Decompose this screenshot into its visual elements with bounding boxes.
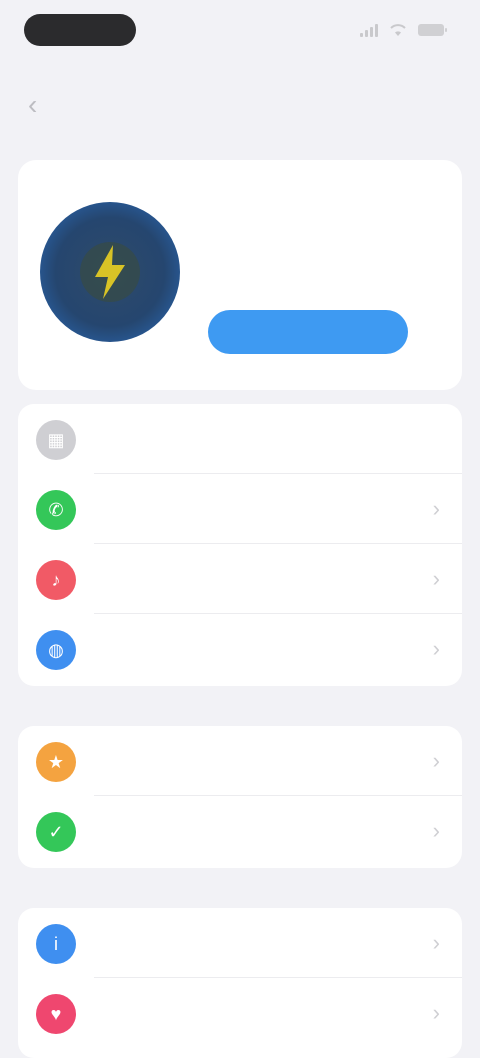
globe-icon: ◍ xyxy=(36,630,76,670)
status-indicators xyxy=(360,18,447,42)
check-icon: ✓ xyxy=(36,812,76,852)
bell-icon: ♪ xyxy=(36,560,76,600)
heart-icon: ♥ xyxy=(36,994,76,1034)
settings-group-1: ▦ ✆ › ♪ › ◍ › xyxy=(18,404,462,686)
chevron-right-icon: › xyxy=(432,496,440,521)
chevron-right-icon: › xyxy=(432,748,440,773)
list-item[interactable]: ♪ › xyxy=(18,544,462,614)
settings-group-2: ★ › ✓ › xyxy=(18,726,462,868)
chevron-right-icon: › xyxy=(432,1000,440,1025)
info-icon: i xyxy=(36,924,76,964)
chevron-right-icon: › xyxy=(432,636,440,661)
bolt-badge-icon xyxy=(40,202,180,342)
phone-icon: ✆ xyxy=(36,490,76,530)
battery-icon xyxy=(418,24,447,36)
chevron-right-icon: › xyxy=(432,818,440,843)
navigation-bar: ‹ xyxy=(0,72,480,136)
app-hero-card xyxy=(18,160,462,390)
grid-icon: ▦ xyxy=(36,420,76,460)
chevron-right-icon: › xyxy=(432,566,440,591)
status-bar xyxy=(0,0,480,62)
list-item[interactable]: i › xyxy=(18,908,462,978)
status-time xyxy=(24,14,136,46)
lightning-bolt-icon xyxy=(80,242,140,302)
list-item[interactable]: ◍ › xyxy=(18,614,462,684)
primary-action-button[interactable] xyxy=(208,310,408,354)
list-item[interactable]: ★ › xyxy=(18,726,462,796)
back-button[interactable]: ‹ xyxy=(28,90,68,120)
chevron-right-icon: › xyxy=(432,930,440,955)
settings-group-3: i › ♥ › xyxy=(18,908,462,1058)
list-item-header[interactable]: ▦ xyxy=(18,404,462,474)
list-item[interactable]: ✆ › xyxy=(18,474,462,544)
list-item[interactable]: ✓ › xyxy=(18,796,462,866)
cellular-signal-icon xyxy=(360,23,378,37)
wifi-icon xyxy=(390,24,406,36)
star-icon: ★ xyxy=(36,742,76,782)
list-item[interactable]: ♥ › xyxy=(18,978,462,1048)
